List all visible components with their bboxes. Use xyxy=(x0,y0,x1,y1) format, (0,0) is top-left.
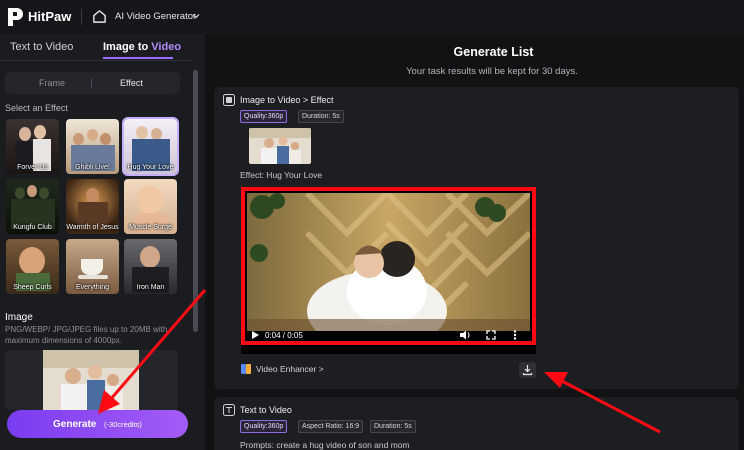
quality-badge: Quality:360p xyxy=(240,110,288,123)
highlight-box xyxy=(241,187,536,345)
figure xyxy=(100,133,111,145)
effect-label: Everything xyxy=(75,284,110,291)
effect-label: Hug Your Love xyxy=(127,164,174,171)
sidebar-scrollbar[interactable] xyxy=(193,70,198,332)
figure xyxy=(78,275,108,279)
duration-badge: Duration: 5s xyxy=(298,110,344,123)
effect-label: Forver Us xyxy=(17,164,48,171)
task-title: Text to Video xyxy=(240,405,292,415)
image-to-video-icon xyxy=(223,94,235,106)
effect-tile-sheep-curls[interactable]: Sheep Curls xyxy=(6,239,59,294)
effect-tile-hug-your-love[interactable]: Hug Your Love xyxy=(122,117,179,176)
task-title: Image to Video > Effect xyxy=(240,95,334,105)
video-enhancer-icon xyxy=(241,364,251,374)
figure xyxy=(140,246,160,268)
generate-label: Generate xyxy=(53,419,97,430)
duration-badge: Duration: 5s xyxy=(370,420,416,433)
figure xyxy=(39,187,49,199)
divider xyxy=(91,78,92,88)
tab-text-to-video[interactable]: Text to Video xyxy=(10,41,73,53)
section-label: Select an Effect xyxy=(5,103,68,113)
figure xyxy=(19,247,45,275)
image-section-description: PNG/WEBP/ JPG/JPEG files up to 20MB with… xyxy=(5,325,168,345)
brand-name: HitPaw xyxy=(28,9,72,24)
effect-label: Iron Man xyxy=(136,284,165,291)
text-to-video-icon xyxy=(223,404,235,416)
effect-label: Warmth of Jesus xyxy=(66,224,119,231)
figure xyxy=(86,188,99,202)
uploaded-image xyxy=(43,350,139,410)
generate-credits: (-30credits) xyxy=(104,420,142,429)
image-section-title: Image xyxy=(5,312,33,323)
source-image-thumbnail xyxy=(249,128,311,164)
task-card-text-to-video: Text to Video Quality:360p Aspect Ratio:… xyxy=(214,397,739,450)
chevron-down-icon[interactable] xyxy=(192,12,200,20)
generate-list-panel: Generate List Your task results will be … xyxy=(205,34,744,450)
tab-label-accent: Video xyxy=(151,41,182,53)
effect-tile-iron-man[interactable]: Iron Man xyxy=(124,239,177,294)
figure xyxy=(136,126,148,139)
quality-badge: Quality:360p xyxy=(240,420,288,433)
generate-button[interactable]: Generate (-30credits) xyxy=(7,410,188,438)
effect-label: Kungfu Club xyxy=(13,224,52,231)
figure xyxy=(87,129,98,141)
download-icon xyxy=(522,365,533,376)
effect-label: Sheep Curls xyxy=(13,284,52,291)
effect-tile-muscle-surge[interactable]: Muscle Surge xyxy=(124,179,177,234)
page-subtitle: Your task results will be kept for 30 da… xyxy=(406,66,578,77)
figure xyxy=(15,187,25,199)
top-bar: HitPaw AI Video Generator xyxy=(0,0,744,34)
tab-image-to-video[interactable]: Image to Video xyxy=(103,41,181,53)
effect-tile-ghibli-live[interactable]: Ghibli Live! xyxy=(66,119,119,174)
figure xyxy=(137,186,163,214)
home-icon[interactable] xyxy=(92,9,107,24)
effect-tile-warmth-of-jesus[interactable]: Warmth of Jesus xyxy=(66,179,119,234)
hitpaw-logo xyxy=(8,8,23,26)
prompt-text: Prompts: create a hug video of son and m… xyxy=(240,440,410,450)
figure xyxy=(27,185,37,197)
effect-label: Muscle Surge xyxy=(129,224,172,231)
effect-tile-kungfu-club[interactable]: Kungfu Club xyxy=(6,179,59,234)
active-tab-indicator xyxy=(103,57,173,59)
effect-label: Ghibli Live! xyxy=(75,164,110,171)
effect-name: Effect: Hug Your Love xyxy=(240,170,323,180)
segment-effect[interactable]: Effect xyxy=(120,78,143,88)
effect-tile-forver-us[interactable]: Forver Us xyxy=(6,119,59,174)
download-button[interactable] xyxy=(519,362,536,378)
figure xyxy=(73,133,84,145)
tab-label: Image to xyxy=(103,41,152,53)
task-card-image-to-video: Image to Video > Effect Quality:360p Dur… xyxy=(214,87,739,389)
divider xyxy=(81,9,82,25)
divider xyxy=(0,60,193,61)
video-enhancer-link[interactable]: Video Enhancer > xyxy=(256,364,324,374)
segment-frame[interactable]: Frame xyxy=(39,78,65,88)
figure xyxy=(34,125,46,139)
figure xyxy=(19,127,31,141)
figure xyxy=(81,259,103,275)
effect-tile-everything[interactable]: Everything xyxy=(66,239,119,294)
aspect-ratio-badge: Aspect Ratio: 16:9 xyxy=(298,420,364,433)
sidebar: Text to Video Image to Video Frame Effec… xyxy=(0,34,205,450)
uploaded-image-area[interactable] xyxy=(5,350,178,410)
app-title-dropdown[interactable]: AI Video Generator xyxy=(115,11,196,22)
mode-segmented-control: Frame Effect xyxy=(5,72,180,94)
page-title: Generate List xyxy=(453,45,534,59)
